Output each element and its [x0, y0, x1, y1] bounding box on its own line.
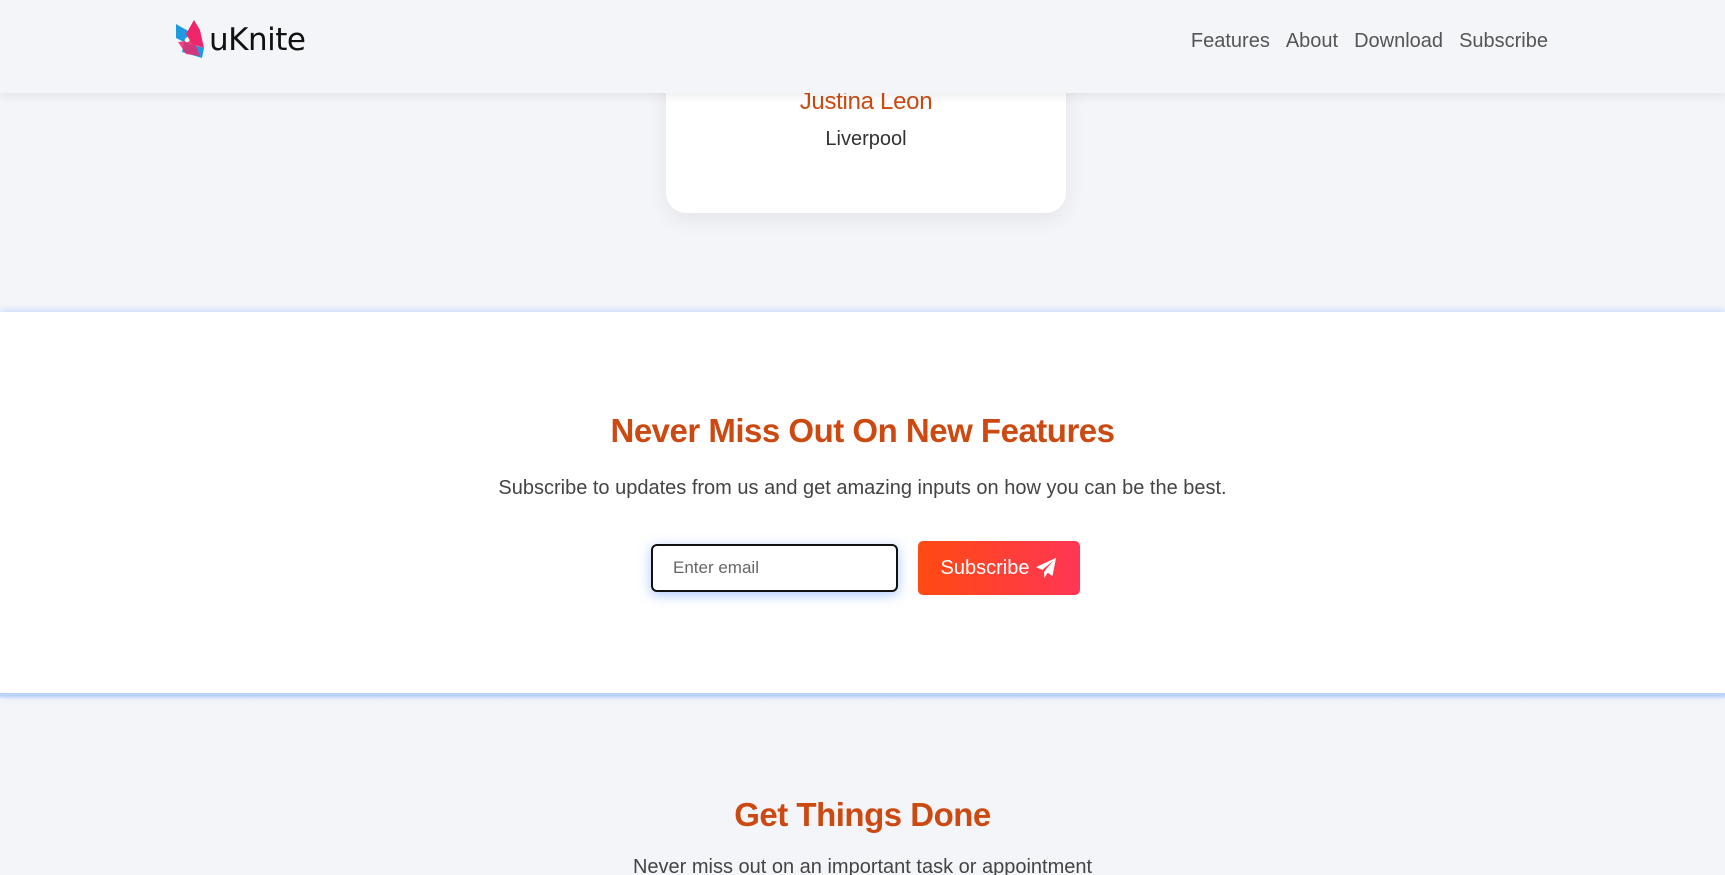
subscribe-title: Never Miss Out On New Features — [610, 412, 1116, 449]
nav-link-features[interactable]: Features — [1191, 30, 1270, 53]
logo-text: uKnite — [209, 22, 306, 58]
nav-link-subscribe[interactable]: Subscribe — [1459, 30, 1548, 53]
nav-link-download[interactable]: Download — [1354, 30, 1443, 53]
page: uKnite Features About Download Subscribe… — [0, 0, 1725, 875]
get-things-done-title: Get Things Done — [734, 796, 991, 833]
subscribe-button[interactable]: Subscribe — [918, 541, 1080, 595]
get-things-done-description: Never miss out on an important task or a… — [632, 856, 1093, 875]
email-input[interactable] — [651, 544, 898, 592]
nav-link-about[interactable]: About — [1286, 30, 1338, 53]
uknite-logo-icon — [176, 20, 204, 58]
subscribe-description: Subscribe to updates from us and get ama… — [498, 477, 1227, 499]
paper-plane-icon — [1036, 557, 1057, 579]
subscribe-button-label: Subscribe — [940, 556, 1030, 579]
subscribe-section: Never Miss Out On New Features Subscribe… — [0, 312, 1725, 699]
main-nav: Features About Download Subscribe — [1191, 30, 1548, 53]
logo-link[interactable]: uKnite — [174, 18, 306, 62]
testimonial-city: Liverpool — [825, 128, 907, 150]
top-navbar: uKnite Features About Download Subscribe — [0, 0, 1725, 93]
